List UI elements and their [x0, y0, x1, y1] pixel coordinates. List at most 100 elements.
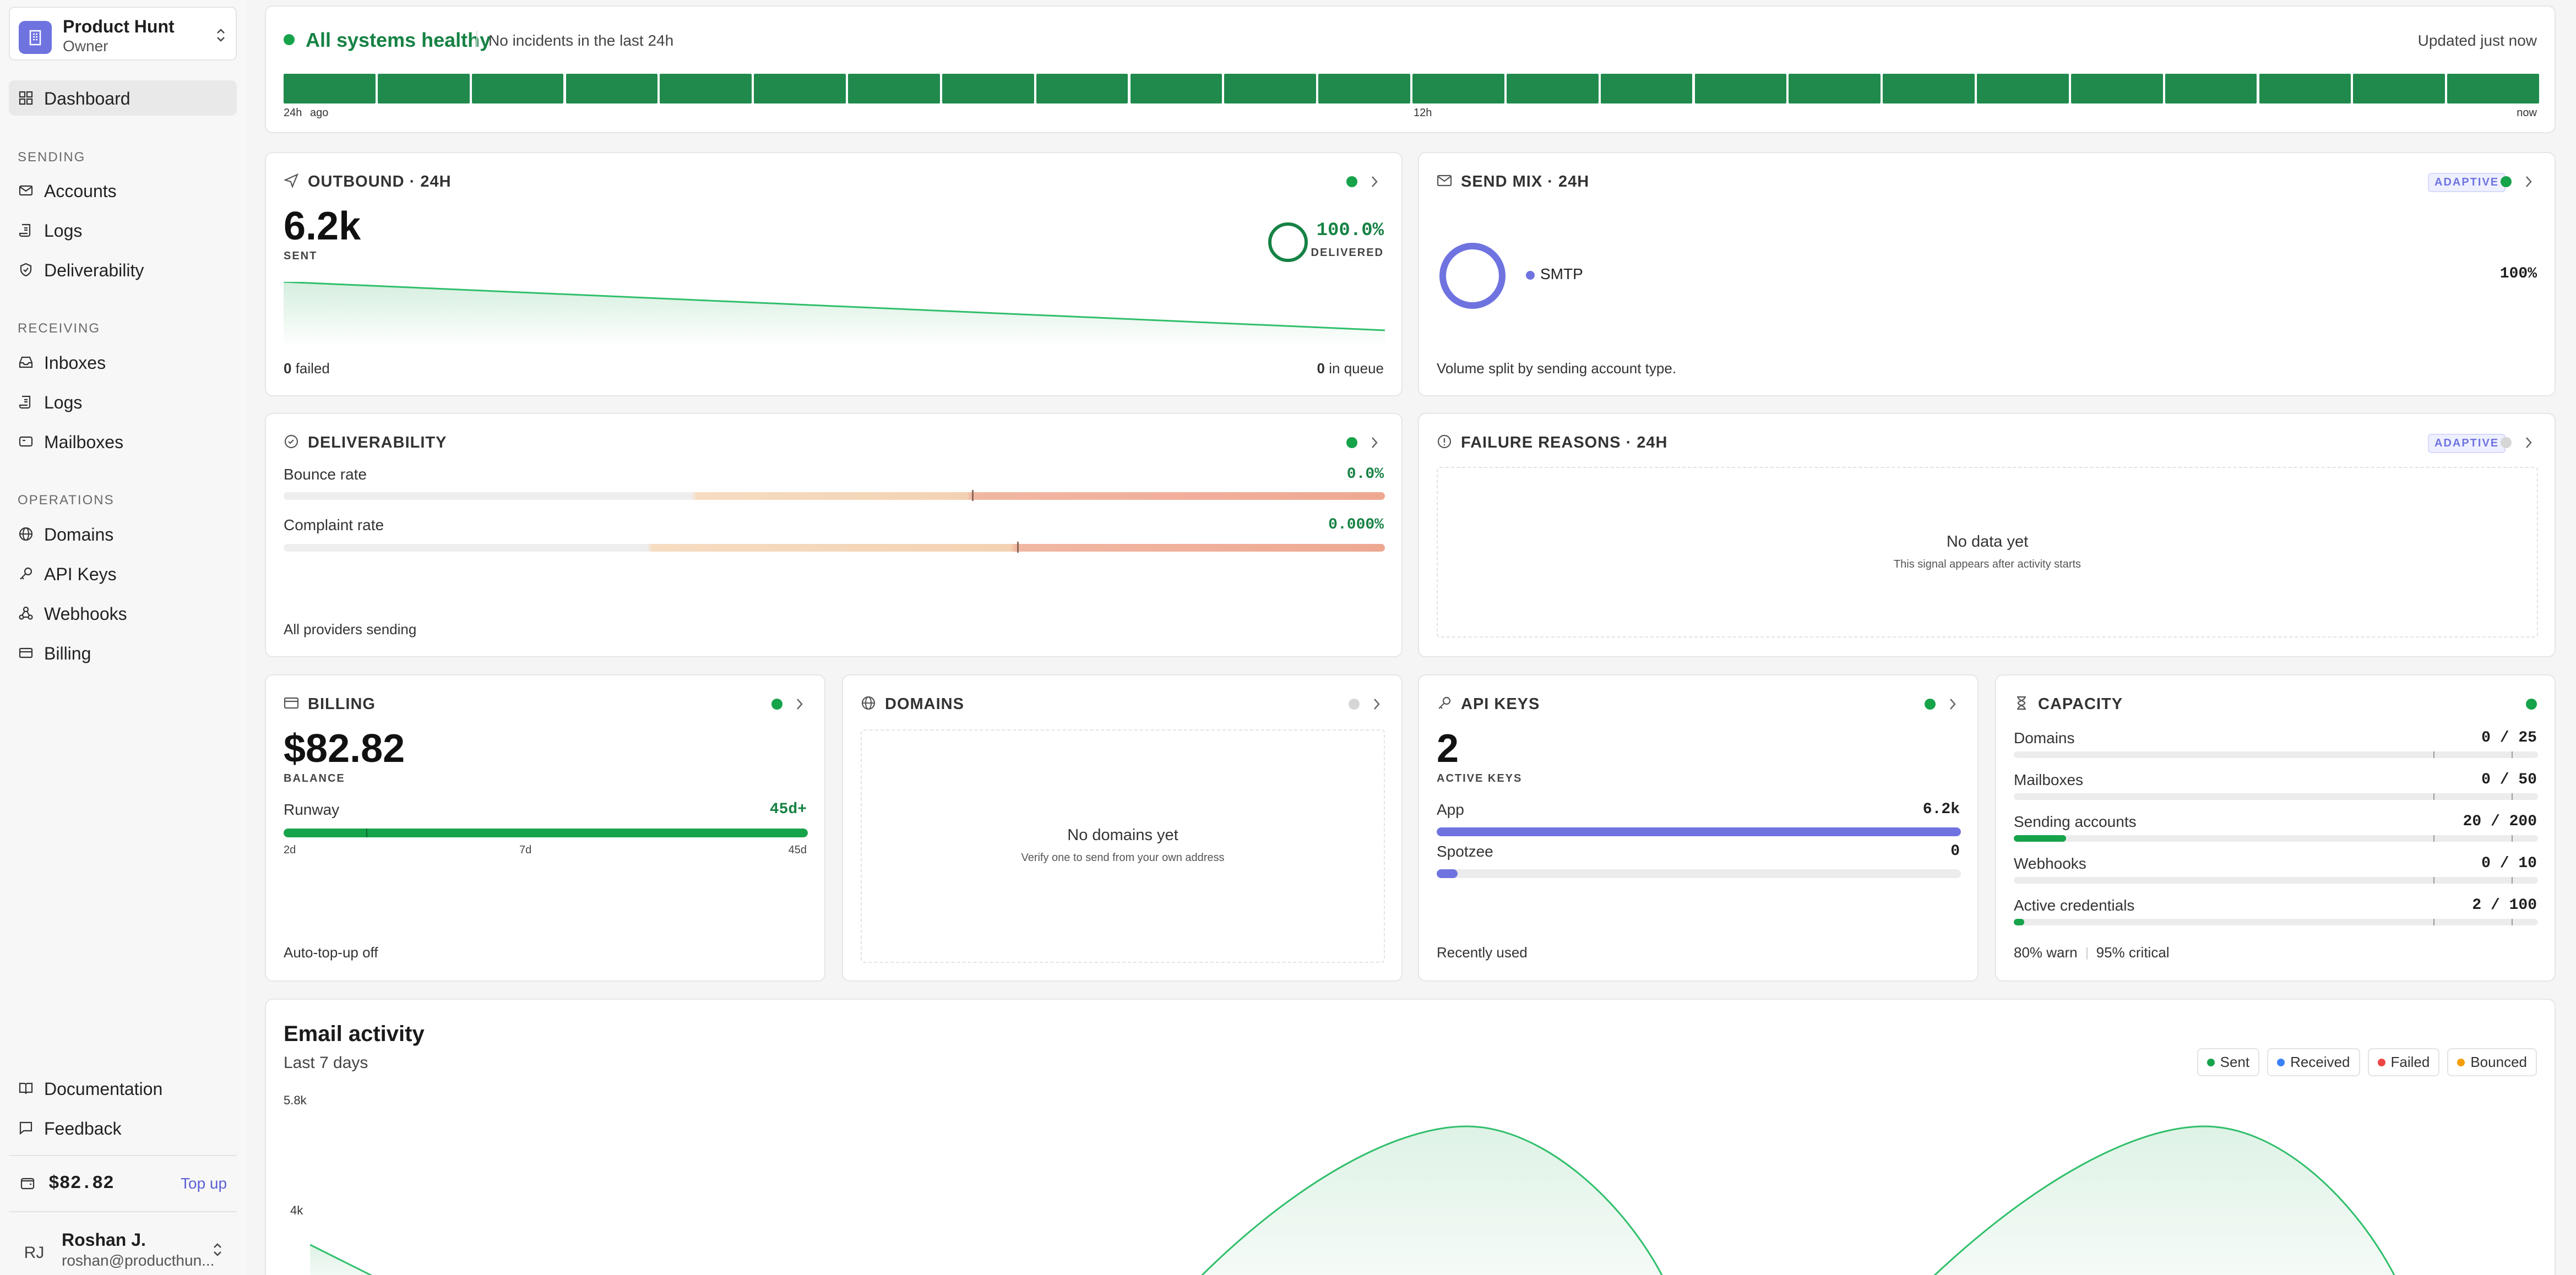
- uptime-segment: [1412, 74, 1504, 103]
- send-mix-smtp-pct: 100%: [2499, 265, 2537, 282]
- api-key-bar-fill: [1437, 827, 1961, 836]
- scroll-icon: [19, 224, 31, 237]
- send-mix-card[interactable]: SEND MIX · 24H ADAPTIVE SMTP 100% Volume…: [1418, 152, 2556, 396]
- threshold-marker: [2433, 877, 2434, 884]
- activity-chart: [310, 1125, 2395, 1275]
- activity-legend: Sent Received Failed Bounced: [2197, 1048, 2537, 1076]
- failure-empty-state: No data yet This signal appears after ac…: [1437, 467, 2538, 638]
- billing-status-dot: [771, 699, 782, 710]
- nav-documentation[interactable]: Documentation: [9, 1071, 237, 1106]
- nav-receiving-logs-label: Logs: [44, 393, 83, 412]
- api-keys-status-dot: [1925, 699, 1936, 710]
- capacity-thresholds: 80% warn 95% critical: [2014, 944, 2170, 961]
- user-menu-chevron-icon[interactable]: [211, 1241, 224, 1258]
- nav-receiving-logs[interactable]: Logs: [9, 384, 237, 419]
- book-icon: [19, 1082, 33, 1094]
- uptime-segment: [1600, 74, 1693, 103]
- outbound-card[interactable]: OUTBOUND · 24H 6.2k SENT 100.0% DELIVERE…: [265, 152, 1403, 396]
- workspace-role: Owner: [63, 37, 108, 55]
- capacity-label: Mailboxes: [2014, 771, 2084, 788]
- legend-item[interactable]: Sent: [2197, 1048, 2260, 1076]
- legend-item[interactable]: Bounced: [2447, 1048, 2537, 1076]
- uptime-segment: [2353, 74, 2445, 103]
- failure-reasons-title: FAILURE REASONS · 24H: [1461, 434, 1668, 451]
- uptime-segment: [1977, 74, 2069, 103]
- capacity-value: 20 / 200: [2463, 813, 2537, 830]
- legend-item[interactable]: Failed: [2367, 1048, 2440, 1076]
- deliverability-card[interactable]: DELIVERABILITY Bounce rate 0.0% Complain…: [265, 413, 1403, 657]
- nav-inboxes[interactable]: Inboxes: [9, 345, 237, 380]
- smtp-legend-dot: [1526, 271, 1535, 280]
- uptime-segment: [848, 74, 940, 103]
- chevron-right-icon[interactable]: [1373, 698, 1381, 711]
- billing-card[interactable]: BILLING $82.82 BALANCE Runway 45d+ 2d 7d…: [265, 674, 825, 982]
- nav-sending-logs-label: Logs: [44, 221, 83, 241]
- nav-feedback[interactable]: Feedback: [9, 1110, 237, 1146]
- failure-status-dot: [2501, 437, 2512, 448]
- nav-webhooks[interactable]: Webhooks: [9, 596, 237, 631]
- y-tick: 4k: [290, 1203, 303, 1217]
- legend-item[interactable]: Received: [2267, 1048, 2360, 1076]
- bounce-rate-value: 0.0%: [1346, 466, 1384, 483]
- message-icon: [19, 1121, 32, 1135]
- legend-label: Bounced: [2470, 1054, 2527, 1070]
- outbound-failed-label: failed: [295, 360, 330, 377]
- building-icon: [29, 30, 41, 46]
- warn-threshold: 80% warn: [2014, 944, 2078, 961]
- domains-card[interactable]: DOMAINS No domains yet Verify one to sen…: [842, 674, 1403, 982]
- credit-card-icon: [284, 697, 299, 709]
- nav-sending-logs[interactable]: Logs: [9, 212, 237, 248]
- failure-reasons-card[interactable]: FAILURE REASONS · 24H ADAPTIVE No data y…: [1418, 413, 2556, 657]
- chevron-right-icon[interactable]: [1949, 698, 1957, 711]
- chevron-right-icon[interactable]: [2525, 175, 2532, 188]
- top-up-link[interactable]: Top up: [181, 1175, 227, 1192]
- uptime-segment: [754, 74, 846, 103]
- uptime-segment: [1694, 74, 1787, 103]
- chevron-right-icon[interactable]: [796, 698, 803, 711]
- capacity-bar: [2014, 835, 2538, 842]
- sidebar-divider: [9, 1155, 237, 1156]
- api-keys-count: 2: [1437, 727, 1459, 771]
- nav-deliverability-label: Deliverability: [44, 260, 144, 280]
- workspace-switcher[interactable]: Product Hunt Owner: [9, 7, 237, 61]
- capacity-label: Active credentials: [2014, 897, 2135, 914]
- outbound-queue-label: in queue: [1329, 360, 1384, 377]
- api-keys-card[interactable]: API KEYS 2 ACTIVE KEYS App 6.2k Spotzee …: [1418, 674, 1979, 982]
- deliverability-footer: All providers sending: [284, 621, 417, 638]
- nav-mailboxes[interactable]: Mailboxes: [9, 424, 237, 459]
- credit-card-icon: [19, 647, 33, 658]
- complaint-threshold-marker: [1017, 542, 1019, 553]
- capacity-card[interactable]: CAPACITY 80% warn 95% critical Domains 0 /…: [1995, 674, 2556, 982]
- nav-domains[interactable]: Domains: [9, 516, 237, 552]
- adaptive-badge: ADAPTIVE: [2428, 173, 2506, 192]
- threshold-marker: [2512, 877, 2513, 884]
- sidebar-divider: [9, 1211, 237, 1212]
- chevron-right-icon[interactable]: [1371, 436, 1378, 449]
- chevron-right-icon[interactable]: [1371, 175, 1378, 188]
- threshold-marker: [2433, 751, 2434, 758]
- globe-icon: [861, 696, 876, 710]
- nav-api-keys[interactable]: API Keys: [9, 556, 237, 591]
- nav-accounts[interactable]: Accounts: [9, 173, 237, 208]
- runway-tick-2d: 2d: [284, 844, 296, 856]
- domains-title: DOMAINS: [885, 695, 964, 713]
- threshold-divider: [2086, 947, 2088, 960]
- chevron-right-icon[interactable]: [2525, 436, 2532, 449]
- nav-billing[interactable]: Billing: [9, 635, 237, 671]
- nav-section-sending: SENDING: [18, 150, 86, 165]
- sent-area: [1202, 1126, 1662, 1275]
- nav-dashboard[interactable]: Dashboard: [9, 80, 237, 116]
- nav-section-operations: OPERATIONS: [18, 493, 115, 508]
- outbound-title: OUTBOUND · 24H: [308, 173, 452, 190]
- uptime-segment: [2259, 74, 2351, 103]
- mail-icon: [1437, 175, 1452, 187]
- runway-label: Runway: [284, 801, 340, 818]
- nav-deliverability[interactable]: Deliverability: [9, 252, 237, 287]
- outbound-queue-count: 0: [1317, 360, 1325, 377]
- capacity-bar: [2014, 751, 2538, 758]
- api-keys-footer: Recently used: [1437, 944, 1528, 961]
- complaint-rate-value: 0.000%: [1328, 516, 1384, 533]
- nav-billing-label: Billing: [44, 644, 91, 663]
- outbound-sent-value: 6.2k: [284, 204, 361, 248]
- uptime-label-mid: 12h: [1414, 107, 1432, 119]
